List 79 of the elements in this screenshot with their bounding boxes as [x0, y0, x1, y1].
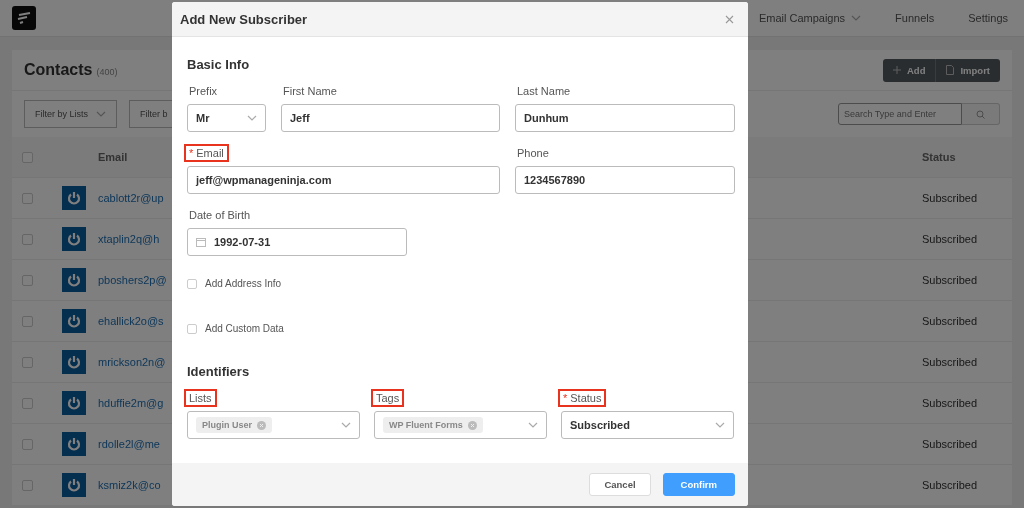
confirm-button[interactable]: Confirm: [662, 473, 735, 496]
table-cell-text: Subscribed: [922, 315, 979, 327]
checkbox-label: Add Custom Data: [205, 323, 284, 334]
page-title: Contacts: [24, 61, 93, 79]
logo-icon[interactable]: [12, 6, 36, 30]
input-field[interactable]: Jeff: [281, 104, 500, 132]
checkbox[interactable]: [187, 323, 197, 334]
chevron-down-icon: [851, 15, 862, 21]
column-header[interactable]: Status: [922, 151, 1012, 163]
chevron-down-icon: [341, 422, 351, 428]
document-icon: [946, 65, 955, 75]
select-field[interactable]: Subscribed: [561, 411, 734, 439]
close-icon: [725, 14, 734, 24]
close-button[interactable]: [725, 14, 734, 24]
select-field[interactable]: Mr: [187, 104, 266, 132]
dialog-title: Add New Subscriber: [180, 11, 308, 27]
avatar-icon: [62, 309, 86, 333]
close-icon[interactable]: [257, 420, 266, 430]
checkbox[interactable]: [22, 356, 33, 368]
input-field[interactable]: 1234567890: [515, 166, 735, 194]
plus-icon: [892, 66, 901, 74]
add-button[interactable]: Add: [882, 58, 936, 82]
avatar-icon: [62, 432, 86, 456]
chevron-down-icon: [528, 422, 538, 428]
checkbox[interactable]: [187, 278, 197, 289]
calendar-icon: [196, 237, 206, 247]
table-cell-text: Subscribed: [922, 397, 979, 409]
avatar-icon: [62, 186, 86, 210]
avatar-icon: [62, 227, 86, 251]
avatar-icon: [62, 268, 86, 292]
close-icon[interactable]: [467, 420, 477, 430]
table-cell-text: Subscribed: [922, 233, 979, 245]
search-icon: [976, 109, 985, 119]
field-label: Date of Birth: [188, 208, 252, 223]
checkbox-label: Add Address Info: [205, 278, 282, 289]
field-label: First Name: [282, 84, 338, 99]
section-heading: Identifiers: [187, 364, 251, 379]
avatar-icon: [62, 350, 86, 374]
cancel-button[interactable]: Cancel: [589, 473, 651, 496]
avatar-icon: [62, 473, 86, 497]
multi-select-field[interactable]: Plugin User: [187, 411, 360, 439]
table-cell-text: Subscribed: [922, 274, 979, 286]
field-label: Phone: [516, 146, 550, 161]
checkbox[interactable]: [22, 233, 33, 245]
filter-dropdown[interactable]: Filter by Lists: [24, 100, 117, 128]
table-cell-text: Subscribed: [922, 479, 979, 491]
date-field[interactable]: 1992-07-31: [187, 228, 407, 256]
checkbox[interactable]: [22, 192, 33, 204]
search-button[interactable]: [962, 103, 1000, 125]
tag-chip: Plugin User: [196, 417, 272, 433]
field-label: Last Name: [516, 84, 572, 99]
import-button[interactable]: Import: [935, 58, 1000, 82]
section-heading: Basic Info: [187, 57, 251, 72]
chevron-down-icon: [715, 422, 725, 428]
multi-select-field[interactable]: WP Fluent Forms: [374, 411, 547, 439]
checkbox[interactable]: [22, 397, 33, 409]
checkbox[interactable]: [22, 315, 33, 327]
tag-chip: WP Fluent Forms: [383, 417, 483, 433]
chevron-down-icon: [247, 115, 257, 121]
checkbox[interactable]: [22, 151, 33, 163]
table-cell-text: Subscribed: [922, 356, 979, 368]
nav-item[interactable]: Funnels: [895, 12, 935, 24]
checkbox[interactable]: [22, 479, 33, 491]
field-label: * Status: [558, 389, 607, 407]
field-label: Lists: [184, 389, 217, 407]
checkbox[interactable]: [22, 438, 33, 450]
chevron-down-icon: [96, 111, 106, 117]
input-field[interactable]: Dunhum: [515, 104, 735, 132]
nav-item[interactable]: Settings: [968, 12, 1008, 24]
avatar-icon: [62, 391, 86, 415]
input-field[interactable]: jeff@wpmanageninja.com: [187, 166, 500, 194]
nav-item[interactable]: Email Campaigns: [758, 12, 862, 24]
field-label: * Email: [184, 144, 229, 162]
field-label: Prefix: [188, 84, 219, 99]
field-label: Tags: [371, 389, 405, 407]
table-cell-text: Subscribed: [922, 192, 979, 204]
checkbox[interactable]: [22, 274, 33, 286]
search-field[interactable]: Search Type and Enter: [838, 103, 962, 125]
table-cell-text: Subscribed: [922, 438, 979, 450]
